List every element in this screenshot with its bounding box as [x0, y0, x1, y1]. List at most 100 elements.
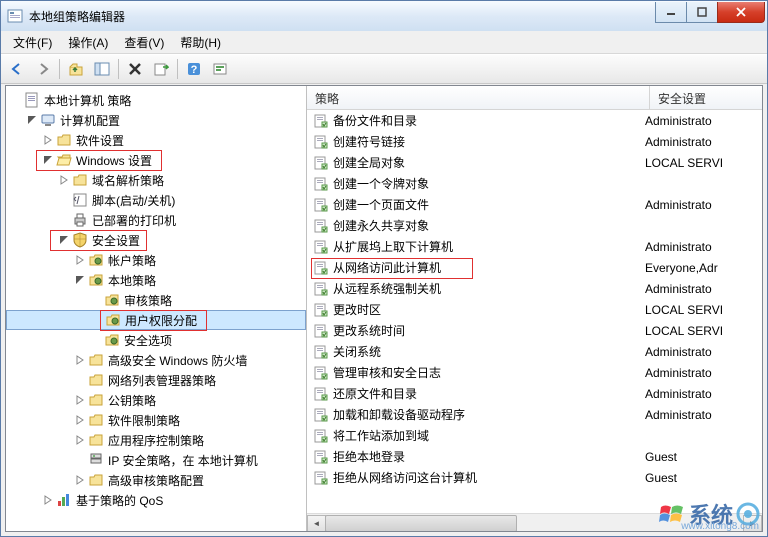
menu-help[interactable]: 帮助(H) [172, 32, 229, 53]
expand-icon[interactable] [72, 432, 88, 448]
list-item[interactable]: 更改时区LOCAL SERVI [307, 299, 762, 320]
collapse-icon[interactable] [72, 272, 88, 288]
policy-name: 管理审核和安全日志 [333, 364, 441, 381]
tree-item-software_settings[interactable]: 软件设置 [6, 130, 306, 150]
tree-item-windows_settings[interactable]: Windows 设置 [6, 150, 306, 170]
show-hide-tree-button[interactable] [90, 57, 114, 81]
policy-setting: LOCAL SERVI [645, 324, 723, 338]
list-item[interactable]: 从网络访问此计算机Everyone,Adr [307, 257, 762, 278]
tree-pane[interactable]: 本地计算机 策略计算机配置软件设置Windows 设置域名解析策略脚本(启动/关… [6, 86, 307, 531]
policy-folder-icon [105, 312, 121, 328]
list-item[interactable]: 关闭系统 Administrato [307, 341, 762, 362]
list-item[interactable]: 创建永久共享对象 [307, 215, 762, 236]
scroll-left-button[interactable]: ◄ [307, 515, 326, 531]
list-item[interactable]: 将工作站添加到域 [307, 425, 762, 446]
tree-item-software_restrict[interactable]: 软件限制策略 [6, 410, 306, 430]
expand-icon[interactable] [56, 172, 72, 188]
tree-label: 计算机配置 [60, 112, 120, 129]
column-policy[interactable]: 策略 [307, 86, 650, 109]
policy-setting: Guest [645, 450, 677, 464]
list-item[interactable]: 还原文件和目录Administrato [307, 383, 762, 404]
policy-setting: Administrato [645, 198, 712, 212]
policy-item-icon [313, 365, 329, 381]
policy-item-icon [313, 449, 329, 465]
tree-item-app_control[interactable]: 应用程序控制策略 [6, 430, 306, 450]
list-item[interactable]: 创建一个页面文件 Administrato [307, 194, 762, 215]
tree-item-adv_audit[interactable]: 高级审核策略配置 [6, 470, 306, 490]
tree-item-ipsec[interactable]: IP 安全策略，在 本地计算机 [6, 450, 306, 470]
policy-name: 关闭系统 [333, 343, 381, 360]
tree-item-firewall[interactable]: 高级安全 Windows 防火墙 [6, 350, 306, 370]
list-item[interactable]: 创建符号链接Administrato [307, 131, 762, 152]
list-item[interactable]: 拒绝本地登录Guest [307, 446, 762, 467]
maximize-button[interactable] [686, 2, 718, 23]
list-item[interactable]: 从远程系统强制关机Administrato [307, 278, 762, 299]
list-item[interactable]: 加载和卸载设备驱动程序Administrato [307, 404, 762, 425]
list-item[interactable]: 创建一个令牌对象 [307, 173, 762, 194]
tree-item-security_settings[interactable]: 安全设置 [6, 230, 306, 250]
policy-name: 备份文件和目录 [333, 112, 417, 129]
minimize-button[interactable] [655, 2, 687, 23]
tree-item-user_rights[interactable]: 用户权限分配 [6, 310, 306, 330]
policy-name: 创建一个页面文件 [333, 196, 429, 213]
policy-folder-icon [88, 272, 104, 288]
folder-icon [72, 172, 88, 188]
policy-item-icon [313, 239, 329, 255]
scrollbar-thumb[interactable] [325, 515, 517, 531]
tree-item-security_options[interactable]: 安全选项 [6, 330, 306, 350]
policy-name: 拒绝从网络访问这台计算机 [333, 469, 477, 486]
expand-icon[interactable] [72, 472, 88, 488]
policy-name: 创建全局对象 [333, 154, 405, 171]
up-button[interactable] [64, 57, 88, 81]
list-item[interactable]: 备份文件和目录Administrato [307, 110, 762, 131]
policy-setting: Administrato [645, 345, 712, 359]
tree-item-nlm_policy[interactable]: 网络列表管理器策略 [6, 370, 306, 390]
collapse-icon[interactable] [56, 232, 72, 248]
back-button[interactable] [5, 57, 29, 81]
menu-view[interactable]: 查看(V) [116, 32, 172, 53]
expand-icon[interactable] [40, 132, 56, 148]
list-body[interactable]: 备份文件和目录Administrato创建符号链接Administrato创建全… [307, 110, 762, 513]
policy-item-icon [313, 134, 329, 150]
policy-setting: Administrato [645, 387, 712, 401]
column-security-setting[interactable]: 安全设置 [650, 86, 762, 109]
forward-button[interactable] [31, 57, 55, 81]
list-item[interactable]: 更改系统时间 LOCAL SERVI [307, 320, 762, 341]
tree-item-computer_config[interactable]: 计算机配置 [6, 110, 306, 130]
tree-item-local_policy[interactable]: 本地策略 [6, 270, 306, 290]
filter-button[interactable] [208, 57, 232, 81]
tree-item-pubkey_policy[interactable]: 公钥策略 [6, 390, 306, 410]
titlebar[interactable]: 本地组策略编辑器 [1, 1, 767, 31]
expand-icon[interactable] [72, 352, 88, 368]
tree-item-qos[interactable]: 基于策略的 QoS [6, 490, 306, 510]
expand-icon[interactable] [40, 492, 56, 508]
doc-icon [24, 92, 40, 108]
collapse-icon[interactable] [40, 152, 56, 168]
tree-item-audit_policy[interactable]: 审核策略 [6, 290, 306, 310]
close-button[interactable] [717, 2, 765, 23]
delete-button[interactable] [123, 57, 147, 81]
expand-icon[interactable] [72, 392, 88, 408]
list-item[interactable]: 从扩展坞上取下计算机Administrato [307, 236, 762, 257]
help-button[interactable]: ? [182, 57, 206, 81]
menu-file[interactable]: 文件(F) [5, 32, 60, 53]
tree-item-scripts[interactable]: 脚本(启动/关机) [6, 190, 306, 210]
list-item[interactable]: 创建全局对象LOCAL SERVI [307, 152, 762, 173]
policy-item-icon [313, 407, 329, 423]
list-item[interactable]: 拒绝从网络访问这台计算机Guest [307, 467, 762, 488]
collapse-icon[interactable] [24, 112, 40, 128]
expand-icon[interactable] [72, 252, 88, 268]
folder-icon [88, 432, 104, 448]
script-icon [72, 192, 88, 208]
policy-name: 更改系统时间 [333, 322, 405, 339]
tree-item-account_policy[interactable]: 帐户策略 [6, 250, 306, 270]
tree-item-dns_policy[interactable]: 域名解析策略 [6, 170, 306, 190]
tree-label: 网络列表管理器策略 [108, 372, 216, 389]
tree-item-printers[interactable]: 已部署的打印机 [6, 210, 306, 230]
export-button[interactable] [149, 57, 173, 81]
list-item[interactable]: 管理审核和安全日志Administrato [307, 362, 762, 383]
tree-item-root[interactable]: 本地计算机 策略 [6, 90, 306, 110]
policy-item-icon [313, 344, 329, 360]
menu-action[interactable]: 操作(A) [60, 32, 116, 53]
expand-icon[interactable] [72, 412, 88, 428]
